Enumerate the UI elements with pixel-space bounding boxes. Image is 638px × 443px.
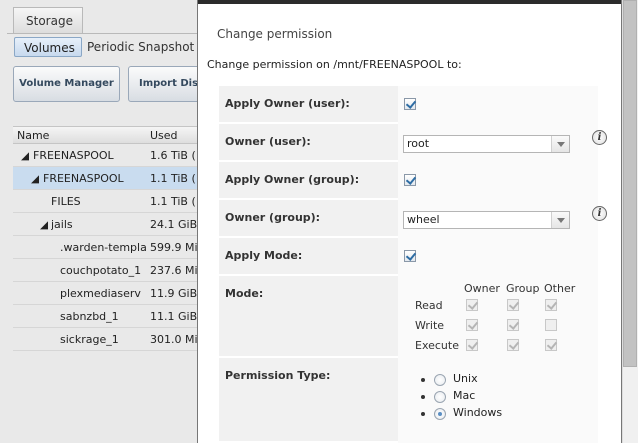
owner-user-value: root <box>407 137 430 150</box>
table-row[interactable]: ◢ FREENASPOOL 1.1 TiB ( <box>13 167 203 190</box>
dialog-title: Change permission <box>217 27 333 41</box>
apply-mode-label: Apply Mode: <box>225 249 303 262</box>
row-name: FILES <box>51 195 81 208</box>
chevron-down-icon[interactable] <box>551 136 569 152</box>
row-name: couchpotato_1 <box>60 264 142 277</box>
apply-owner-user-checkbox[interactable] <box>404 98 416 110</box>
permission-type-label: Permission Type: <box>225 369 331 382</box>
radio-unix[interactable] <box>434 374 446 386</box>
table-row[interactable]: ◢ jails 24.1 GiB <box>13 213 203 236</box>
radio-windows[interactable] <box>434 408 446 420</box>
row-name: plexmediaserv <box>60 287 141 300</box>
column-used[interactable]: Used <box>150 129 178 142</box>
owner-group-label: Owner (group): <box>225 211 321 224</box>
info-icon[interactable]: i <box>592 206 607 221</box>
write-group-checkbox[interactable] <box>507 319 519 331</box>
table-row[interactable]: .warden-templa 599.9 Mi <box>13 236 203 259</box>
table-row[interactable]: sickrage_1 301.0 Mi <box>13 328 203 351</box>
mode-label: Mode: <box>225 287 264 300</box>
table-row[interactable]: FILES 1.1 TiB ( <box>13 190 203 213</box>
grid-header: Name Used <box>13 126 203 144</box>
scrollbar-thumb[interactable] <box>623 0 637 367</box>
row-name: FREENASPOOL <box>33 149 114 162</box>
table-row[interactable]: plexmediaserv 11.9 GiB <box>13 282 203 305</box>
list-bullet <box>421 395 425 399</box>
owner-user-select[interactable]: root <box>403 135 570 153</box>
row-name: jails <box>51 218 73 231</box>
write-other-checkbox[interactable] <box>545 319 557 331</box>
execute-group-checkbox[interactable] <box>507 339 519 351</box>
radio-windows-label[interactable]: Windows <box>453 406 502 419</box>
table-row[interactable]: couchpotato_1 237.6 Mi <box>13 259 203 282</box>
apply-mode-checkbox[interactable] <box>404 250 416 262</box>
read-group-checkbox[interactable] <box>507 299 519 311</box>
table-row[interactable]: sabnzbd_1 11.1 GiB <box>13 305 203 328</box>
write-owner-checkbox[interactable] <box>466 319 478 331</box>
apply-owner-user-label: Apply Owner (user): <box>225 97 350 110</box>
row-owner-user: Owner (user): root <box>219 124 598 162</box>
mode-col-other: Other <box>544 282 576 295</box>
execute-owner-checkbox[interactable] <box>466 339 478 351</box>
label-cell: Apply Mode: <box>219 238 398 276</box>
table-row[interactable]: ◢ FREENASPOOL 1.6 TiB ( <box>13 144 203 167</box>
row-name: sabnzbd_1 <box>60 310 119 323</box>
tab-storage[interactable]: Storage <box>13 7 83 34</box>
row-mode: Mode: <box>219 276 598 358</box>
mode-row-write: Write <box>415 319 445 332</box>
info-icon[interactable]: i <box>592 130 607 145</box>
radio-unix-label[interactable]: Unix <box>453 372 478 385</box>
label-cell: Apply Owner (group): <box>219 162 398 200</box>
label-cell: Mode: <box>219 276 398 358</box>
dialog-title-bar[interactable] <box>198 0 621 4</box>
row-owner-group: Owner (group): wheel <box>219 200 598 238</box>
tab-strip-divider <box>7 33 207 34</box>
volumes-grid: Name Used ◢ FREENASPOOL 1.6 TiB ( ◢ FREENAS… <box>13 126 203 351</box>
row-name: sickrage_1 <box>60 333 119 346</box>
dialog-description: Change permission on /mnt/FREENASPOOL to… <box>207 58 462 71</box>
owner-group-value: wheel <box>407 213 440 226</box>
radio-mac[interactable] <box>434 391 446 403</box>
row-apply-owner-user: Apply Owner (user): <box>219 86 598 124</box>
expand-icon[interactable]: ◢ <box>40 218 48 231</box>
owner-group-select[interactable]: wheel <box>403 211 570 229</box>
apply-owner-group-checkbox[interactable] <box>404 174 416 186</box>
row-permission-type: Permission Type: <box>219 358 598 443</box>
row-apply-owner-group: Apply Owner (group): <box>219 162 598 200</box>
row-apply-mode: Apply Mode: <box>219 238 598 276</box>
read-other-checkbox[interactable] <box>545 299 557 311</box>
import-disk-button[interactable]: Import Disk <box>128 66 208 102</box>
mode-row-execute: Execute <box>415 339 459 352</box>
label-cell: Apply Owner (user): <box>219 86 398 124</box>
change-permission-dialog: Change permission Change permission on /… <box>197 0 622 443</box>
expand-icon[interactable]: ◢ <box>21 149 29 162</box>
volume-manager-button[interactable]: Volume Manager <box>13 66 120 102</box>
row-name: .warden-templa <box>60 241 147 254</box>
mode-col-owner: Owner <box>464 282 500 295</box>
subtab-volumes[interactable]: Volumes <box>14 37 82 57</box>
label-cell: Owner (group): <box>219 200 398 238</box>
expand-icon[interactable]: ◢ <box>31 172 39 185</box>
column-name[interactable]: Name <box>17 129 49 142</box>
owner-user-label: Owner (user): <box>225 135 311 148</box>
read-owner-checkbox[interactable] <box>466 299 478 311</box>
chevron-down-icon[interactable] <box>551 212 569 228</box>
list-bullet <box>421 378 425 382</box>
label-cell: Permission Type: <box>219 358 398 443</box>
mode-row-read: Read <box>415 299 443 312</box>
apply-owner-group-label: Apply Owner (group): <box>225 173 360 186</box>
row-name: FREENASPOOL <box>43 172 124 185</box>
radio-mac-label[interactable]: Mac <box>453 389 475 402</box>
execute-other-checkbox[interactable] <box>545 339 557 351</box>
list-bullet <box>421 412 425 416</box>
mode-col-group: Group <box>506 282 540 295</box>
label-cell: Owner (user): <box>219 124 398 162</box>
